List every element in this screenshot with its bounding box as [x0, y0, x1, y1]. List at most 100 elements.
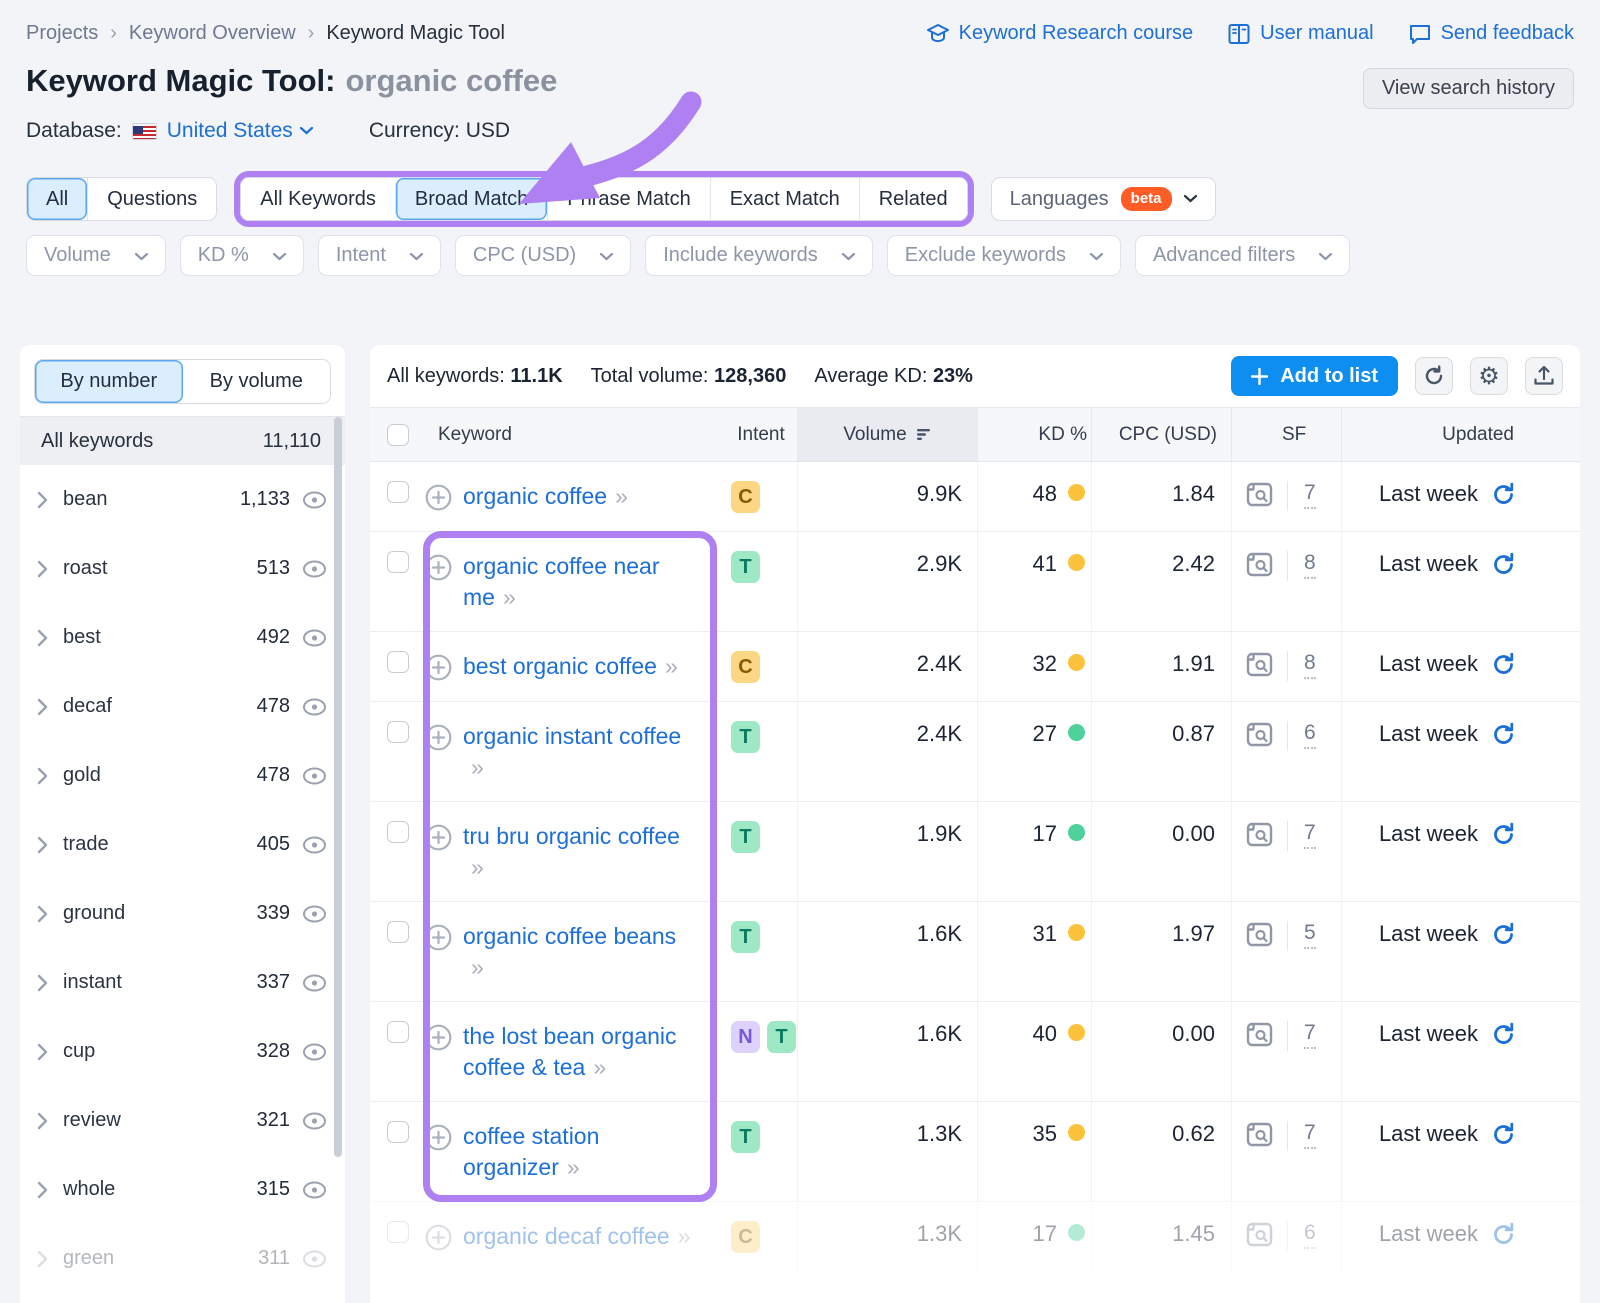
expand-keyword-icon[interactable]: » [503, 584, 516, 610]
refresh-icon[interactable] [1491, 1021, 1516, 1083]
serp-icon[interactable] [1246, 482, 1273, 507]
filter-advanced-filters[interactable]: Advanced filters [1134, 235, 1351, 276]
row-checkbox[interactable] [386, 551, 409, 573]
sidebar-group-cup[interactable]: cup 328 [20, 1017, 345, 1086]
sf-count-link[interactable]: 5 [1304, 921, 1316, 949]
sidebar-group-roast[interactable]: roast 513 [20, 534, 345, 603]
row-checkbox[interactable] [386, 1121, 409, 1143]
expand-keyword-icon[interactable]: » [471, 754, 484, 780]
add-keyword-icon[interactable] [425, 724, 452, 751]
keyword-link[interactable]: the lost bean organic coffee & tea» [463, 1021, 677, 1083]
add-keyword-icon[interactable] [425, 1224, 452, 1251]
add-keyword-icon[interactable] [425, 554, 452, 581]
eye-icon[interactable] [302, 560, 327, 578]
serp-icon[interactable] [1246, 1122, 1273, 1147]
chevron-right-icon[interactable] [37, 836, 48, 854]
filter-kd-[interactable]: KD % [179, 235, 304, 276]
keyword-link[interactable]: organic coffee near me» [463, 551, 660, 613]
keyword-link[interactable]: organic instant coffee » [463, 721, 681, 783]
refresh-icon[interactable] [1491, 481, 1516, 513]
column-header-kd-%[interactable]: KD % [977, 408, 1091, 461]
breadcrumb-item[interactable]: Projects [26, 22, 98, 45]
serp-icon[interactable] [1246, 1222, 1273, 1247]
sidebar-all-keywords-row[interactable]: All keywords 11,110 [20, 416, 345, 465]
export-button[interactable] [1525, 357, 1563, 395]
refresh-icon[interactable] [1491, 721, 1516, 783]
keyword-link[interactable]: tru bru organic coffee » [463, 821, 680, 883]
breadcrumb-item[interactable]: Keyword Magic Tool [326, 22, 505, 45]
sort-descending-icon[interactable] [916, 428, 932, 441]
keyword-link[interactable]: coffee station organizer» [463, 1121, 599, 1183]
eye-icon[interactable] [302, 836, 327, 854]
sidebar-scrollbar[interactable] [334, 417, 342, 1157]
eye-icon[interactable] [302, 767, 327, 785]
column-header-updated[interactable]: Updated [1341, 408, 1580, 461]
serp-icon[interactable] [1246, 922, 1273, 947]
header-link-user-manual[interactable]: User manual [1227, 22, 1374, 45]
keyword-link[interactable]: organic coffee» [463, 481, 628, 512]
eye-icon[interactable] [302, 491, 327, 509]
column-header-sf[interactable]: SF [1231, 408, 1341, 461]
expand-keyword-icon[interactable]: » [665, 653, 678, 679]
sidebar-group-green[interactable]: green 311 [20, 1224, 345, 1293]
chevron-right-icon[interactable] [37, 1250, 48, 1268]
expand-keyword-icon[interactable]: » [615, 483, 628, 509]
row-checkbox[interactable] [386, 481, 409, 503]
sf-count-link[interactable]: 8 [1304, 551, 1316, 579]
eye-icon[interactable] [302, 1181, 327, 1199]
sidebar-group-bean[interactable]: bean 1,133 [20, 465, 345, 534]
add-keyword-icon[interactable] [425, 924, 452, 951]
sf-count-link[interactable]: 8 [1304, 651, 1316, 679]
add-keyword-icon[interactable] [425, 654, 452, 681]
table-settings-button[interactable]: ⚙ [1470, 357, 1508, 395]
serp-icon[interactable] [1246, 652, 1273, 677]
refresh-icon[interactable] [1491, 1121, 1516, 1183]
sidebar-tab-by-volume[interactable]: By volume [182, 360, 330, 403]
sidebar-group-ground[interactable]: ground 339 [20, 879, 345, 948]
refresh-icon[interactable] [1491, 651, 1516, 683]
header-link-send-feedback[interactable]: Send feedback [1408, 22, 1574, 45]
sidebar-group-gold[interactable]: gold 478 [20, 741, 345, 810]
tab-all[interactable]: All [27, 178, 88, 220]
tab-broad-match[interactable]: Broad Match [394, 178, 548, 220]
sf-count-link[interactable]: 7 [1304, 481, 1316, 509]
tab-phrase-match[interactable]: Phrase Match [547, 178, 710, 220]
sidebar-tab-by-number[interactable]: By number [35, 360, 183, 403]
refresh-table-button[interactable] [1415, 357, 1453, 395]
sidebar-group-trade[interactable]: trade 405 [20, 810, 345, 879]
chevron-right-icon[interactable] [37, 560, 48, 578]
add-keyword-icon[interactable] [425, 1124, 452, 1151]
add-keyword-icon[interactable] [425, 824, 452, 851]
chevron-right-icon[interactable] [37, 974, 48, 992]
sf-count-link[interactable]: 7 [1304, 821, 1316, 849]
database-select[interactable]: United States [167, 119, 313, 143]
chevron-right-icon[interactable] [37, 629, 48, 647]
refresh-icon[interactable] [1491, 1221, 1516, 1253]
eye-icon[interactable] [302, 1043, 327, 1061]
row-checkbox[interactable] [386, 721, 409, 743]
filter-exclude-keywords[interactable]: Exclude keywords [886, 235, 1121, 276]
tab-questions[interactable]: Questions [87, 178, 217, 220]
chevron-right-icon[interactable] [37, 698, 48, 716]
tab-exact-match[interactable]: Exact Match [709, 178, 859, 220]
refresh-icon[interactable] [1491, 921, 1516, 983]
chevron-right-icon[interactable] [37, 1112, 48, 1130]
serp-icon[interactable] [1246, 822, 1273, 847]
expand-keyword-icon[interactable]: » [471, 954, 484, 980]
filter-intent[interactable]: Intent [317, 235, 441, 276]
row-checkbox[interactable] [386, 921, 409, 943]
eye-icon[interactable] [302, 1112, 327, 1130]
header-link-keyword-research-course[interactable]: Keyword Research course [926, 22, 1193, 45]
add-keyword-icon[interactable] [425, 1024, 452, 1051]
row-checkbox[interactable] [386, 821, 409, 843]
row-checkbox[interactable] [386, 1021, 409, 1043]
sf-count-link[interactable]: 7 [1304, 1021, 1316, 1049]
tab-related[interactable]: Related [858, 178, 967, 220]
chevron-right-icon[interactable] [37, 1043, 48, 1061]
column-header-intent[interactable]: Intent [725, 408, 797, 461]
sf-count-link[interactable]: 6 [1304, 721, 1316, 749]
keyword-link[interactable]: best organic coffee» [463, 651, 678, 682]
eye-icon[interactable] [302, 1250, 327, 1268]
expand-keyword-icon[interactable]: » [567, 1154, 580, 1180]
chevron-right-icon[interactable] [37, 767, 48, 785]
